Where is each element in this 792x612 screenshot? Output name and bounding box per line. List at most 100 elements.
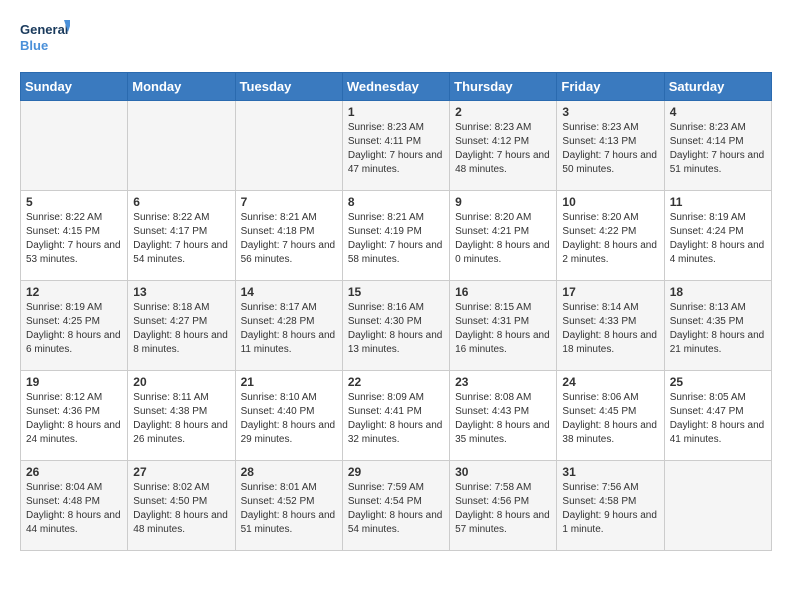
day-number: 15 [348,285,444,299]
calendar-cell: 26Sunrise: 8:04 AM Sunset: 4:48 PM Dayli… [21,461,128,551]
calendar-cell: 27 Sunrise: 8:02 AM Sunset: 4:50 PM Dayli… [128,461,235,551]
calendar-cell: 4 Sunrise: 8:23 AM Sunset: 4:14 PM Daylig… [664,101,771,191]
day-info: Sunrise: 8:06 AM Sunset: 4:45 PM Dayligh… [562,391,658,447]
calendar-cell: 14 Sunrise: 8:17 AM Sunset: 4:28 PM Dayli… [235,281,342,371]
calendar-cell: 20 Sunrise: 8:11 AM Sunset: 4:38 PM Dayli… [128,371,235,461]
day-info: Sunrise: 7:59 AM Sunset: 4:54 PM Dayligh… [348,481,444,537]
day-info: Sunrise: 8:04 AM Sunset: 4:48 PM Dayligh… [26,481,122,537]
calendar-cell: 11 Sunrise: 8:19 AM Sunset: 4:24 PM Dayli… [664,191,771,281]
day-number: 28 [241,465,337,479]
day-number: 24 [562,375,658,389]
day-number: 20 [133,375,229,389]
day-number: 10 [562,195,658,209]
day-number: 31 [562,465,658,479]
day-number: 9 [455,195,551,209]
day-info: Sunrise: 8:23 AM Sunset: 4:11 PM Dayligh… [348,121,444,177]
calendar-cell: 3 Sunrise: 8:23 AM Sunset: 4:13 PM Daylig… [557,101,664,191]
calendar-cell [128,101,235,191]
day-info: Sunrise: 8:23 AM Sunset: 4:12 PM Dayligh… [455,121,551,177]
day-info: Sunrise: 8:01 AM Sunset: 4:52 PM Dayligh… [241,481,337,537]
day-of-week-header: Sunday [21,73,128,101]
day-info: Sunrise: 8:20 AM Sunset: 4:22 PM Dayligh… [562,211,658,267]
day-number: 5 [26,195,122,209]
calendar-cell [21,101,128,191]
calendar-cell: 22 Sunrise: 8:09 AM Sunset: 4:41 PM Dayli… [342,371,449,461]
day-number: 29 [348,465,444,479]
day-info: Sunrise: 8:16 AM Sunset: 4:30 PM Dayligh… [348,301,444,357]
day-number: 11 [670,195,766,209]
calendar-cell: 1Sunrise: 8:23 AM Sunset: 4:11 PM Daylig… [342,101,449,191]
day-info: Sunrise: 8:22 AM Sunset: 4:17 PM Dayligh… [133,211,229,267]
day-info: Sunrise: 8:10 AM Sunset: 4:40 PM Dayligh… [241,391,337,447]
day-of-week-header: Monday [128,73,235,101]
day-info: Sunrise: 8:23 AM Sunset: 4:13 PM Dayligh… [562,121,658,177]
day-info: Sunrise: 8:05 AM Sunset: 4:47 PM Dayligh… [670,391,766,447]
calendar-cell: 18 Sunrise: 8:13 AM Sunset: 4:35 PM Dayli… [664,281,771,371]
day-info: Sunrise: 7:56 AM Sunset: 4:58 PM Dayligh… [562,481,658,537]
day-number: 22 [348,375,444,389]
day-info: Sunrise: 8:19 AM Sunset: 4:25 PM Dayligh… [26,301,122,357]
day-of-week-header: Tuesday [235,73,342,101]
calendar-header: SundayMondayTuesdayWednesdayThursdayFrid… [21,73,772,101]
day-info: Sunrise: 8:11 AM Sunset: 4:38 PM Dayligh… [133,391,229,447]
day-info: Sunrise: 8:13 AM Sunset: 4:35 PM Dayligh… [670,301,766,357]
day-number: 30 [455,465,551,479]
calendar-cell: 8Sunrise: 8:21 AM Sunset: 4:19 PM Daylig… [342,191,449,281]
calendar-cell: 30 Sunrise: 7:58 AM Sunset: 4:56 PM Dayli… [450,461,557,551]
calendar-cell: 15 Sunrise: 8:16 AM Sunset: 4:30 PM Dayli… [342,281,449,371]
day-number: 12 [26,285,122,299]
calendar-week-row: 26Sunrise: 8:04 AM Sunset: 4:48 PM Dayli… [21,461,772,551]
calendar-cell: 17 Sunrise: 8:14 AM Sunset: 4:33 PM Dayli… [557,281,664,371]
calendar-table: SundayMondayTuesdayWednesdayThursdayFrid… [20,72,772,551]
calendar-week-row: 19Sunrise: 8:12 AM Sunset: 4:36 PM Dayli… [21,371,772,461]
calendar-cell: 28 Sunrise: 8:01 AM Sunset: 4:52 PM Dayli… [235,461,342,551]
day-header-row: SundayMondayTuesdayWednesdayThursdayFrid… [21,73,772,101]
day-info: Sunrise: 7:58 AM Sunset: 4:56 PM Dayligh… [455,481,551,537]
day-number: 13 [133,285,229,299]
day-number: 18 [670,285,766,299]
calendar-cell: 12 Sunrise: 8:19 AM Sunset: 4:25 PM Dayli… [21,281,128,371]
day-of-week-header: Friday [557,73,664,101]
day-info: Sunrise: 8:21 AM Sunset: 4:18 PM Dayligh… [241,211,337,267]
day-number: 25 [670,375,766,389]
page-container: General Blue SundayMondayTuesdayWednesda… [0,0,792,567]
calendar-cell [235,101,342,191]
svg-text:Blue: Blue [20,38,48,53]
day-info: Sunrise: 8:02 AM Sunset: 4:50 PM Dayligh… [133,481,229,537]
day-info: Sunrise: 8:19 AM Sunset: 4:24 PM Dayligh… [670,211,766,267]
day-info: Sunrise: 8:12 AM Sunset: 4:36 PM Dayligh… [26,391,122,447]
calendar-cell: 25 Sunrise: 8:05 AM Sunset: 4:47 PM Dayli… [664,371,771,461]
logo-svg: General Blue [20,16,70,60]
calendar-cell: 16Sunrise: 8:15 AM Sunset: 4:31 PM Dayli… [450,281,557,371]
day-of-week-header: Wednesday [342,73,449,101]
day-info: Sunrise: 8:09 AM Sunset: 4:41 PM Dayligh… [348,391,444,447]
calendar-cell: 21 Sunrise: 8:10 AM Sunset: 4:40 PM Dayli… [235,371,342,461]
calendar-cell: 24 Sunrise: 8:06 AM Sunset: 4:45 PM Dayli… [557,371,664,461]
day-number: 21 [241,375,337,389]
calendar-week-row: 1Sunrise: 8:23 AM Sunset: 4:11 PM Daylig… [21,101,772,191]
svg-text:General: General [20,22,68,37]
day-info: Sunrise: 8:17 AM Sunset: 4:28 PM Dayligh… [241,301,337,357]
calendar-cell: 10 Sunrise: 8:20 AM Sunset: 4:22 PM Dayli… [557,191,664,281]
day-number: 4 [670,105,766,119]
calendar-cell: 7Sunrise: 8:21 AM Sunset: 4:18 PM Daylig… [235,191,342,281]
day-info: Sunrise: 8:21 AM Sunset: 4:19 PM Dayligh… [348,211,444,267]
calendar-cell: 13 Sunrise: 8:18 AM Sunset: 4:27 PM Dayli… [128,281,235,371]
calendar-cell [664,461,771,551]
day-info: Sunrise: 8:14 AM Sunset: 4:33 PM Dayligh… [562,301,658,357]
day-number: 3 [562,105,658,119]
day-of-week-header: Saturday [664,73,771,101]
day-number: 27 [133,465,229,479]
calendar-cell: 9 Sunrise: 8:20 AM Sunset: 4:21 PM Daylig… [450,191,557,281]
day-info: Sunrise: 8:22 AM Sunset: 4:15 PM Dayligh… [26,211,122,267]
day-info: Sunrise: 8:08 AM Sunset: 4:43 PM Dayligh… [455,391,551,447]
day-info: Sunrise: 8:23 AM Sunset: 4:14 PM Dayligh… [670,121,766,177]
calendar-week-row: 5 Sunrise: 8:22 AM Sunset: 4:15 PM Daylig… [21,191,772,281]
day-number: 17 [562,285,658,299]
calendar-cell: 23Sunrise: 8:08 AM Sunset: 4:43 PM Dayli… [450,371,557,461]
calendar-cell: 19Sunrise: 8:12 AM Sunset: 4:36 PM Dayli… [21,371,128,461]
day-info: Sunrise: 8:15 AM Sunset: 4:31 PM Dayligh… [455,301,551,357]
day-number: 14 [241,285,337,299]
day-info: Sunrise: 8:18 AM Sunset: 4:27 PM Dayligh… [133,301,229,357]
day-info: Sunrise: 8:20 AM Sunset: 4:21 PM Dayligh… [455,211,551,267]
